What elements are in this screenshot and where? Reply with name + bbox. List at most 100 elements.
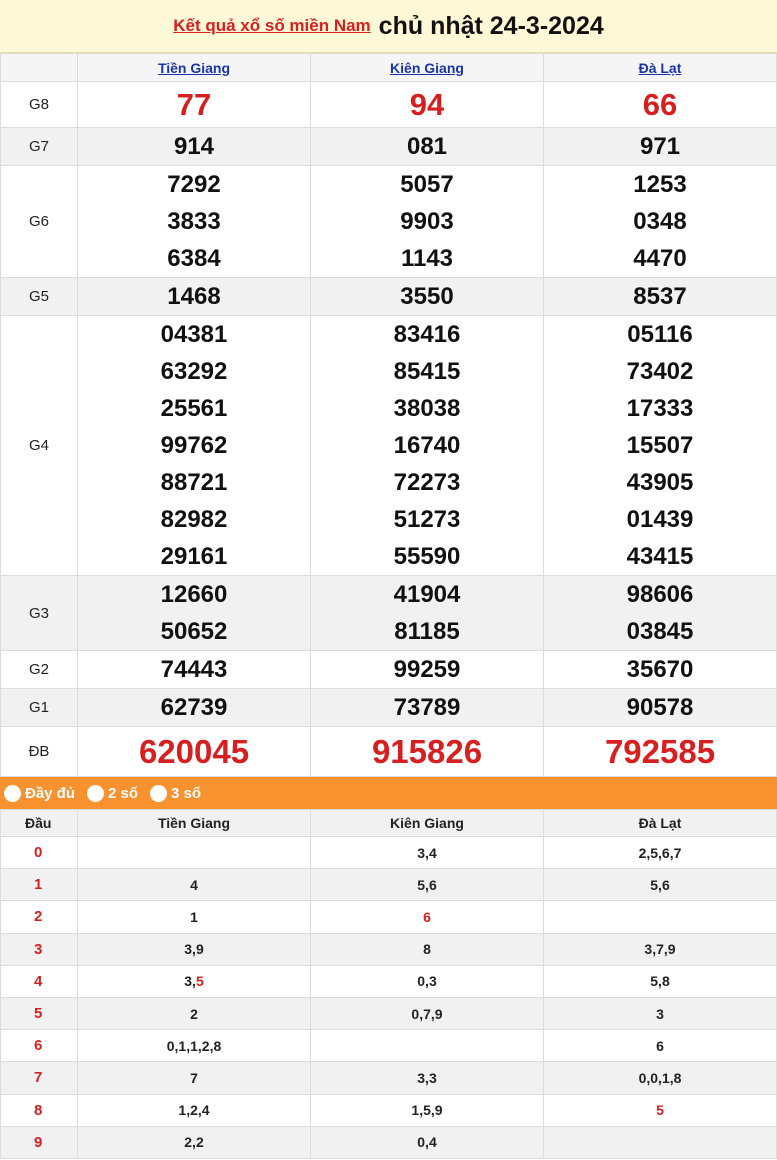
tail-digits-cell: 3,5 bbox=[77, 964, 311, 998]
prize-cell: 3550 bbox=[310, 277, 544, 316]
prize-label: G4 bbox=[0, 315, 78, 576]
filter-full-option[interactable]: Đầy đủ bbox=[4, 784, 75, 802]
prize-label: G3 bbox=[0, 575, 78, 651]
head-col-header: Đầu bbox=[0, 809, 78, 837]
head-digit: 1 bbox=[0, 868, 78, 902]
tail-digits-cell: 3,4 bbox=[310, 835, 544, 870]
heads-row: 9 2,2 0,4 bbox=[0, 1125, 777, 1159]
heads-row: 8 1,2,4 1,5,9 5 bbox=[0, 1093, 777, 1127]
prize-row: G5 1468 3550 8537 bbox=[0, 277, 777, 316]
prize-number: 74443 bbox=[160, 656, 228, 683]
head-digit: 2 bbox=[0, 900, 78, 934]
heads-row: 5 2 0,7,9 3 bbox=[0, 996, 777, 1031]
region-results-link[interactable]: Kết quả xổ số miền Nam bbox=[173, 16, 370, 36]
tail-digits-cell: 5,6 bbox=[310, 868, 544, 902]
prize-cell: 98606 03845 bbox=[543, 575, 777, 651]
heads-row: 0 3,4 2,5,6,7 bbox=[0, 835, 777, 870]
heads-row: 3 3,9 8 3,7,9 bbox=[0, 932, 777, 966]
head-digit: 8 bbox=[0, 1093, 78, 1127]
heads-row: 4 3,5 0,3 5,8 bbox=[0, 964, 777, 998]
prize-number: 1143 bbox=[400, 245, 454, 272]
province-link-kien-giang[interactable]: Kiên Giang bbox=[390, 60, 464, 76]
prize-number: 081 bbox=[406, 133, 448, 160]
radio-icon[interactable] bbox=[4, 784, 21, 802]
prize-number: 0348 bbox=[633, 208, 687, 235]
prize-cell: 41904 81185 bbox=[310, 575, 544, 651]
page-header: Kết quả xổ số miền Nam chủ nhật 24-3-202… bbox=[0, 0, 777, 53]
prize-cell: 914 bbox=[77, 127, 311, 166]
prize-number: 51273 bbox=[393, 506, 461, 533]
tail-digits-cell: 6 bbox=[310, 900, 544, 934]
prize-number: 7292 bbox=[167, 171, 221, 198]
heads-row: 21 6 bbox=[0, 900, 777, 934]
prize-number: 3833 bbox=[167, 208, 221, 235]
province-link-tien-giang[interactable]: Tiền Giang bbox=[158, 60, 230, 76]
tail-digits-cell: 1,2,4 bbox=[77, 1093, 311, 1127]
prize-cell: 73789 bbox=[310, 688, 544, 727]
province-link-da-lat[interactable]: Đà Lạt bbox=[639, 60, 682, 76]
head-digit: 5 bbox=[0, 996, 78, 1031]
prize-cell: 77 bbox=[77, 81, 311, 128]
tail-digits-cell: 8 bbox=[310, 932, 544, 966]
tail-digits-cell bbox=[77, 835, 311, 870]
prize-row: G7 914 081 971 bbox=[0, 127, 777, 166]
tail-digits-cell: 7 bbox=[77, 1061, 311, 1095]
province-header-row: Tiền Giang Kiên Giang Đà Lạt bbox=[0, 53, 777, 82]
tail-digits-cell: 0,1,1,2,8 bbox=[77, 1029, 311, 1063]
head-digit: 3 bbox=[0, 932, 78, 966]
prize-row: G3 12660 50652 41904 81185 98606 03845 bbox=[0, 575, 777, 651]
prize-number: 62739 bbox=[160, 694, 228, 721]
prize-number: 620045 bbox=[138, 733, 250, 770]
prize-cell: 12660 50652 bbox=[77, 575, 311, 651]
prize-row: ĐB 620045 915826 792585 bbox=[0, 726, 777, 777]
prize-number: 43415 bbox=[626, 543, 694, 570]
tail-digits-cell: 0,3 bbox=[310, 964, 544, 998]
prize-cell: 83416 85415 38038 16740 72273 51273 55590 bbox=[310, 315, 544, 576]
prize-label: ĐB bbox=[0, 726, 78, 777]
prize-cell: 5057 9903 1143 bbox=[310, 165, 544, 278]
prize-number: 792585 bbox=[604, 733, 716, 770]
heads-col-kien-giang: Kiên Giang bbox=[310, 809, 544, 837]
prize-cell: 05116 73402 17333 15507 43905 01439 43415 bbox=[543, 315, 777, 576]
head-digit: 4 bbox=[0, 964, 78, 998]
tail-digits-cell: 2,2 bbox=[77, 1125, 311, 1159]
prize-row: G8 77 94 66 bbox=[0, 81, 777, 128]
radio-icon[interactable] bbox=[87, 784, 105, 802]
prize-cell: 66 bbox=[543, 81, 777, 128]
prize-number: 12660 bbox=[160, 581, 228, 608]
filter-3-digit-label: 3 số bbox=[171, 784, 202, 802]
prize-label: G7 bbox=[0, 127, 78, 166]
prize-cell: 94 bbox=[310, 81, 544, 128]
prize-number: 1468 bbox=[167, 283, 221, 310]
prize-number: 82982 bbox=[160, 506, 228, 533]
prize-number: 50652 bbox=[160, 618, 228, 645]
head-digit: 7 bbox=[0, 1061, 78, 1095]
prize-cell: 915826 bbox=[310, 726, 544, 777]
tail-digits-cell: 0,7,9 bbox=[310, 996, 544, 1031]
prize-number: 5057 bbox=[400, 171, 454, 198]
prize-row: G1 62739 73789 90578 bbox=[0, 688, 777, 727]
prize-cell: 90578 bbox=[543, 688, 777, 727]
tail-digits-cell: 5,6 bbox=[543, 868, 777, 902]
prize-cell: 04381 63292 25561 99762 88721 82982 29161 bbox=[77, 315, 311, 576]
tail-digits-cell: 6 bbox=[543, 1029, 777, 1063]
prize-number: 38038 bbox=[393, 395, 461, 422]
prize-number: 55590 bbox=[393, 543, 461, 570]
filter-2-digit-option[interactable]: 2 số bbox=[87, 784, 139, 802]
prize-label: G6 bbox=[0, 165, 78, 278]
prize-number: 43905 bbox=[626, 469, 694, 496]
prize-number: 8537 bbox=[633, 283, 687, 310]
filter-2-digit-label: 2 số bbox=[108, 784, 139, 802]
highlighted-tail-digit: 5 bbox=[195, 973, 204, 990]
heads-row: 6 0,1,1,2,8 6 bbox=[0, 1029, 777, 1063]
prize-number: 01439 bbox=[626, 506, 694, 533]
prize-number: 81185 bbox=[394, 618, 460, 645]
radio-icon[interactable] bbox=[150, 784, 168, 802]
head-digit: 6 bbox=[0, 1029, 78, 1063]
heads-row: 7 7 3,3 0,0,1,8 bbox=[0, 1061, 777, 1095]
heads-col-tien-giang: Tiền Giang bbox=[77, 809, 311, 837]
filter-3-digit-option[interactable]: 3 số bbox=[150, 784, 202, 802]
prize-number: 94 bbox=[409, 87, 445, 122]
prize-row: G2 74443 99259 35670 bbox=[0, 650, 777, 689]
prize-number: 35670 bbox=[626, 656, 694, 683]
